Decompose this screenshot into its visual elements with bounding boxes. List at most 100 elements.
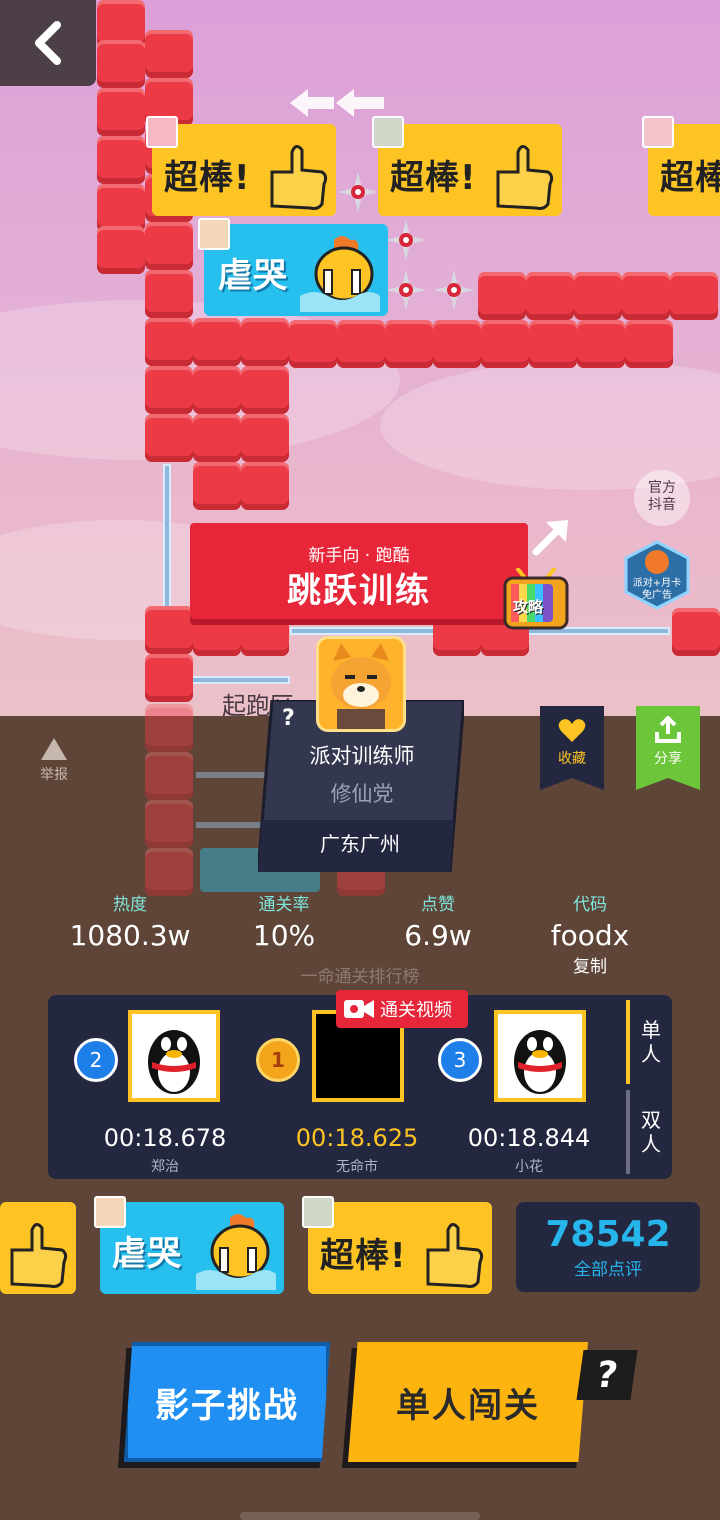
- back-button[interactable]: [0, 0, 96, 86]
- thumbs-up-icon: [426, 1223, 484, 1288]
- solo-play-button[interactable]: 单人闯关: [348, 1342, 588, 1462]
- comment-sticker: 超棒!: [152, 124, 336, 216]
- thumbs-up-icon: [270, 145, 328, 210]
- clear-video-button[interactable]: 通关视频: [336, 990, 468, 1028]
- penguin-avatar-icon: [148, 1030, 200, 1094]
- brick: [385, 320, 433, 368]
- brick: [145, 414, 193, 462]
- brick: [529, 320, 577, 368]
- brick: [97, 226, 145, 274]
- brick: [241, 414, 289, 462]
- brick: [97, 40, 145, 88]
- level-title-banner: 新手向 · 跑酷 跳跃训练: [190, 523, 528, 619]
- report-label: 举报: [40, 767, 68, 783]
- brick: [145, 848, 193, 896]
- share-icon: [655, 716, 681, 743]
- warning-icon: [41, 738, 67, 760]
- share-button[interactable]: 分享: [636, 706, 700, 790]
- rail: [163, 464, 171, 614]
- stat-label: 代码: [573, 895, 607, 915]
- brick: [145, 318, 193, 366]
- user-avatar: [198, 218, 230, 250]
- brick: [97, 88, 145, 136]
- brick: [622, 272, 670, 320]
- rank-number: 3: [438, 1038, 482, 1082]
- brick: [145, 270, 193, 318]
- sticker-text: 超棒!: [320, 1236, 407, 1276]
- shuriken-icon: [434, 270, 474, 310]
- stat-code: 代码 foodx: [510, 890, 670, 952]
- official-label: 官方 抖音: [648, 480, 676, 513]
- user-avatar: [302, 1196, 334, 1228]
- stat-value: 10%: [252, 919, 316, 952]
- strategy-tv-button[interactable]: 攻略: [503, 566, 569, 630]
- favorite-button[interactable]: 收藏: [540, 706, 604, 790]
- brick: [145, 800, 193, 848]
- home-indicator: [240, 1512, 480, 1520]
- report-button[interactable]: 举报: [34, 738, 74, 784]
- player-avatar[interactable]: [494, 1010, 586, 1102]
- thumbs-up-icon: [10, 1223, 68, 1288]
- creator-location: 广东广州: [320, 832, 400, 856]
- rank-number: 1: [256, 1038, 300, 1082]
- comment-sticker: 超棒!: [378, 124, 562, 216]
- player-name: 郑治: [151, 1159, 179, 1175]
- party-card-promo[interactable]: 派对+月卡 免广告: [620, 540, 694, 610]
- user-avatar: [642, 116, 674, 148]
- player-time: 00:18.678: [103, 1124, 227, 1152]
- brick: [193, 414, 241, 462]
- sticker-text: 虐哭: [218, 256, 288, 296]
- brick: [145, 366, 193, 414]
- shuriken-icon: [386, 270, 426, 310]
- player-name: 小花: [515, 1159, 543, 1175]
- sticker-text: 虐哭: [112, 1234, 182, 1274]
- party-badge-label: 派对+月卡 免广告: [632, 578, 682, 601]
- brick: [193, 318, 241, 366]
- official-douyin-button[interactable]: 官方 抖音: [634, 470, 690, 526]
- brick: [433, 320, 481, 368]
- stat-heat: 热度 1080.3w: [50, 890, 210, 952]
- brick: [145, 222, 193, 270]
- brick: [241, 366, 289, 414]
- player-time: 00:18.844: [467, 1124, 591, 1152]
- rail: [196, 772, 266, 778]
- brick: [478, 272, 526, 320]
- crying-chick-icon: [196, 1214, 276, 1290]
- creator-group: 修仙党: [330, 782, 394, 806]
- brick: [289, 320, 337, 368]
- comment-sticker[interactable]: 超棒!: [308, 1202, 492, 1294]
- clear-video-label: 通关视频: [380, 1000, 452, 1021]
- shuriken-icon: [338, 172, 378, 212]
- back-arrow-icon: [35, 21, 61, 65]
- brick: [145, 606, 193, 654]
- brick: [193, 366, 241, 414]
- comment-sticker[interactable]: [0, 1202, 76, 1294]
- stat-value: 6.9w: [404, 919, 472, 952]
- shadow-challenge-button[interactable]: 影子挑战: [124, 1342, 330, 1462]
- stat-clear-rate: 通关率 10%: [204, 890, 364, 952]
- stat-value: 1080.3w: [69, 919, 191, 952]
- share-label: 分享: [654, 751, 682, 767]
- brick: [574, 272, 622, 320]
- brick: [145, 704, 193, 752]
- help-button[interactable]: ?: [576, 1350, 638, 1400]
- shuriken-icon: [386, 220, 426, 260]
- creator-avatar: [316, 636, 406, 732]
- tab-single-player[interactable]: 单 人: [626, 1000, 672, 1084]
- direction-arrows-icon: [290, 89, 384, 117]
- brick: [145, 654, 193, 702]
- player-avatar[interactable]: [128, 1010, 220, 1102]
- sticker-text: 超棒!: [660, 158, 720, 198]
- thumbs-up-icon: [496, 145, 554, 210]
- all-reviews-button[interactable]: 78542 全部点评: [516, 1202, 700, 1292]
- brick: [241, 318, 289, 366]
- rail: [196, 822, 266, 828]
- comment-sticker[interactable]: 虐哭: [100, 1202, 284, 1294]
- ranking-title: 一命通关排行榜: [300, 967, 420, 987]
- comment-sticker: 虐哭: [204, 224, 388, 316]
- brick: [337, 320, 385, 368]
- brick: [526, 272, 574, 320]
- brick: [241, 462, 289, 510]
- sticker-text: 超棒!: [390, 158, 477, 198]
- tab-two-player[interactable]: 双 人: [626, 1090, 672, 1174]
